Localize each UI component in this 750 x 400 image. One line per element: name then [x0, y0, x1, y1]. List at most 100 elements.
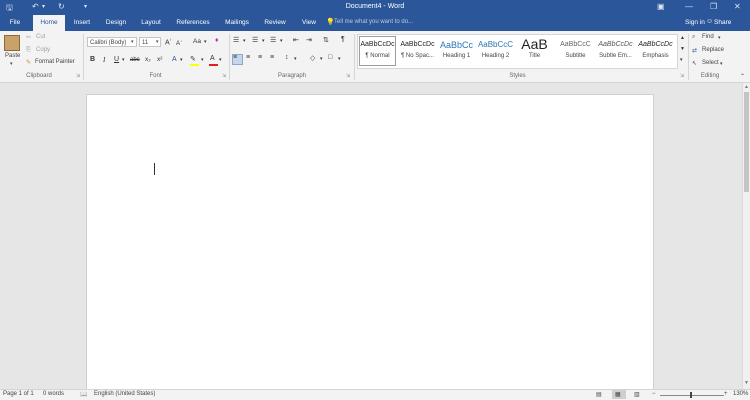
numbering-dropdown-icon[interactable]: ▾ — [262, 38, 265, 44]
multilevel-dropdown-icon[interactable]: ▾ — [280, 38, 283, 44]
line-spacing-dropdown-icon[interactable]: ▾ — [294, 56, 297, 62]
styles-more-icon[interactable]: ▾ — [680, 57, 683, 63]
superscript-button[interactable]: x² — [157, 56, 162, 63]
borders-icon[interactable]: □ — [328, 54, 332, 61]
word-count[interactable]: 0 words — [43, 391, 64, 397]
replace-button[interactable]: Replace — [702, 47, 724, 53]
numbering-icon[interactable]: ☰ — [252, 36, 258, 44]
line-spacing-icon[interactable]: ↕ — [285, 54, 289, 61]
tell-me-search[interactable]: Tell me what you want to do... — [334, 19, 413, 25]
tab-review[interactable]: Review — [260, 15, 290, 31]
share-button[interactable]: Share — [714, 19, 731, 26]
tab-mailings[interactable]: Mailings — [220, 15, 254, 31]
format-painter-button[interactable]: Format Painter — [35, 59, 75, 65]
clipboard-icon[interactable] — [4, 35, 20, 51]
show-hide-button[interactable]: ¶ — [341, 36, 345, 43]
shading-dropdown-icon[interactable]: ▾ — [320, 56, 323, 62]
select-button[interactable]: Select — [702, 60, 719, 66]
tab-view[interactable]: View — [296, 15, 322, 31]
clipboard-launcher-icon[interactable]: ⇲ — [76, 73, 80, 79]
font-color-dropdown-icon[interactable]: ▾ — [219, 57, 222, 63]
select-dropdown-icon[interactable]: ▾ — [720, 61, 723, 67]
maximize-icon[interactable]: ❐ — [710, 2, 717, 11]
ribbon-display-icon[interactable]: ▣ — [657, 2, 665, 11]
tab-insert[interactable]: Insert — [68, 15, 96, 31]
close-icon[interactable]: ✕ — [734, 2, 741, 11]
sign-in-link[interactable]: Sign in — [685, 19, 705, 26]
strikethrough-button[interactable]: abc — [130, 57, 140, 63]
style-subtitle[interactable]: AaBbCcC Subtitle — [556, 35, 595, 67]
decrease-indent-icon[interactable]: ⇤ — [293, 36, 299, 44]
find-dropdown-icon[interactable]: ▾ — [718, 35, 721, 41]
scroll-up-icon[interactable]: ▲ — [744, 84, 749, 90]
styles-scroll-down-icon[interactable]: ▼ — [680, 46, 685, 52]
vertical-scrollbar[interactable]: ▲ ▼ — [742, 83, 750, 389]
align-right-icon[interactable]: ≡ — [258, 54, 262, 61]
highlight-icon[interactable]: ✎ — [190, 55, 196, 63]
tab-layout[interactable]: Layout — [136, 15, 166, 31]
style-no-spacing[interactable]: AaBbCcDc ¶ No Spac... — [398, 35, 437, 67]
zoom-level[interactable]: 130% — [733, 391, 748, 397]
subscript-button[interactable]: x₂ — [145, 56, 151, 63]
read-mode-icon[interactable]: ▤ — [596, 391, 602, 398]
text-effects-dropdown-icon[interactable]: ▾ — [180, 57, 183, 63]
font-color-button[interactable]: A — [210, 55, 215, 62]
font-launcher-icon[interactable]: ⇲ — [222, 73, 226, 79]
shrink-font-button[interactable]: A↓ — [176, 38, 182, 47]
style-emphasis[interactable]: AaBbCcDc Emphasis — [636, 35, 675, 67]
minimize-icon[interactable]: — — [685, 2, 693, 11]
find-button[interactable]: Find — [702, 34, 714, 40]
underline-button[interactable]: U — [114, 56, 119, 63]
language-indicator[interactable]: English (United States) — [94, 391, 155, 397]
tab-design[interactable]: Design — [100, 15, 132, 31]
page-count[interactable]: Page 1 of 1 — [3, 391, 34, 397]
underline-dropdown-icon[interactable]: ▾ — [122, 57, 125, 63]
styles-launcher-icon[interactable]: ⇲ — [680, 73, 684, 79]
paste-dropdown-icon[interactable]: ▾ — [10, 61, 13, 67]
tab-file[interactable]: File — [2, 15, 28, 31]
align-center-icon[interactable]: ≡ — [246, 54, 250, 61]
style-heading-2[interactable]: AaBbCcC Heading 2 — [476, 35, 515, 67]
web-layout-icon[interactable]: ▥ — [634, 391, 640, 398]
grow-font-button[interactable]: A↑ — [165, 37, 172, 46]
bullets-dropdown-icon[interactable]: ▾ — [243, 38, 246, 44]
paragraph-launcher-icon[interactable]: ⇲ — [346, 73, 350, 79]
document-page[interactable] — [86, 94, 654, 390]
cut-button[interactable]: Cut — [36, 34, 45, 40]
style-name: Subtle Em... — [599, 53, 632, 59]
sort-icon[interactable]: ⇅ — [323, 36, 329, 44]
zoom-out-icon[interactable]: − — [652, 391, 656, 397]
clear-formatting-icon[interactable]: ♦ — [215, 37, 219, 44]
italic-button[interactable]: I — [103, 56, 105, 64]
paste-button[interactable]: Paste — [5, 53, 20, 59]
multilevel-list-icon[interactable]: ☰ — [270, 36, 276, 44]
style-subtle-emphasis[interactable]: AaBbCcDc Subtle Em... — [596, 35, 635, 67]
zoom-slider[interactable] — [660, 395, 724, 396]
justify-icon[interactable]: ≡ — [270, 54, 274, 61]
style-heading-1[interactable]: AaBbCc Heading 1 — [437, 35, 476, 67]
highlight-dropdown-icon[interactable]: ▾ — [201, 57, 204, 63]
change-case-dropdown-icon[interactable]: ▾ — [204, 39, 207, 45]
scroll-down-icon[interactable]: ▼ — [744, 380, 749, 386]
copy-button[interactable]: Copy — [36, 47, 50, 53]
increase-indent-icon[interactable]: ⇥ — [306, 36, 312, 44]
proofing-icon[interactable]: 📖 — [80, 391, 87, 398]
bullets-icon[interactable]: ☰ — [233, 36, 239, 44]
style-normal[interactable]: AaBbCcDc ¶ Normal — [358, 35, 397, 67]
collapse-ribbon-icon[interactable]: ⌃ — [740, 73, 745, 80]
style-title[interactable]: AaB Title — [515, 35, 554, 67]
tab-home[interactable]: Home — [33, 15, 65, 31]
font-name-dropdown-icon[interactable]: ▾ — [131, 39, 134, 45]
font-size-dropdown-icon[interactable]: ▾ — [156, 39, 159, 45]
change-case-button[interactable]: Aa — [193, 38, 201, 45]
tab-references[interactable]: References — [172, 15, 214, 31]
zoom-slider-thumb[interactable] — [690, 392, 692, 398]
zoom-in-icon[interactable]: + — [724, 391, 728, 397]
styles-scroll-up-icon[interactable]: ▲ — [680, 35, 685, 41]
shading-icon[interactable]: ◇ — [310, 54, 315, 62]
borders-dropdown-icon[interactable]: ▾ — [338, 56, 341, 62]
scrollbar-thumb[interactable] — [744, 92, 749, 192]
bold-button[interactable]: B — [90, 56, 95, 63]
text-effects-button[interactable]: A — [172, 56, 177, 63]
font-name-box[interactable]: Calibri (Body) — [87, 37, 137, 47]
